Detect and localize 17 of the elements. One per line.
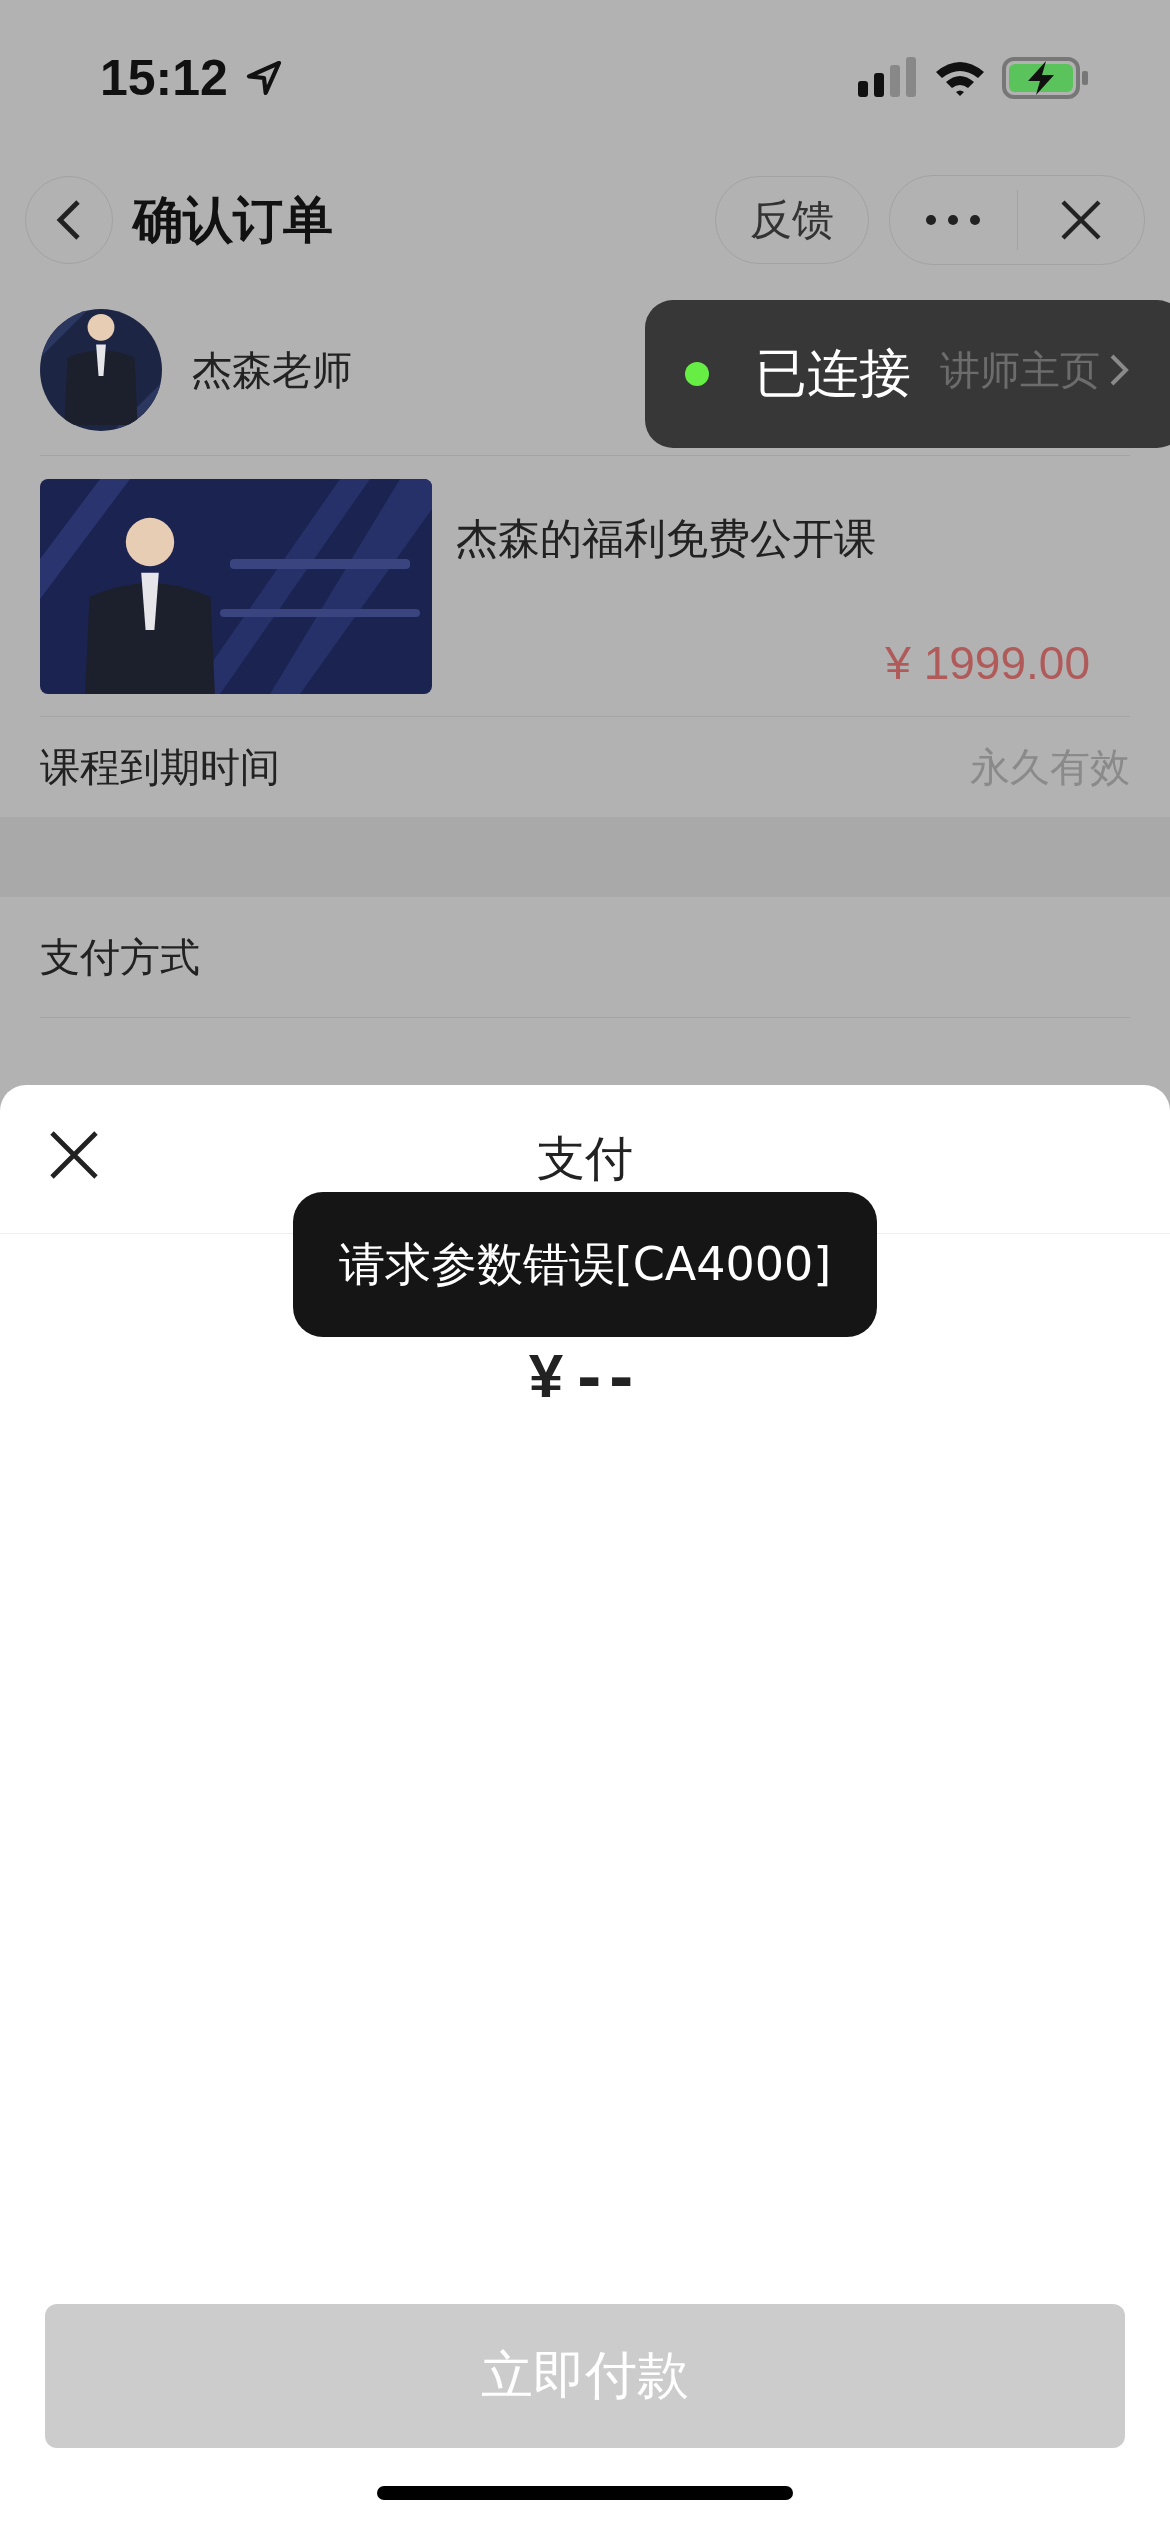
chevron-right-icon	[1108, 352, 1130, 388]
signal-icon	[858, 56, 918, 99]
expiry-label: 课程到期时间	[40, 742, 280, 792]
battery-charging-icon	[1002, 56, 1090, 99]
currency-symbol: ¥	[528, 1339, 564, 1411]
teacher-name: 杰森老师	[192, 345, 352, 395]
payment-amount: --	[577, 1334, 642, 1416]
page-title: 确认订单	[133, 189, 334, 251]
course-price: ¥ 1999.00	[885, 635, 1090, 690]
status-time: 15:12	[100, 48, 228, 107]
close-icon	[1058, 198, 1103, 242]
error-toast: 请求参数错误[CA4000]	[293, 1192, 877, 1337]
payment-method-label: 支付方式	[40, 932, 200, 982]
course-title: 杰森的福利免费公开课	[456, 512, 877, 565]
sheet-title: 支付	[537, 1129, 633, 1188]
connection-status-text: 已连接	[755, 342, 911, 405]
more-dots-icon	[925, 214, 982, 226]
